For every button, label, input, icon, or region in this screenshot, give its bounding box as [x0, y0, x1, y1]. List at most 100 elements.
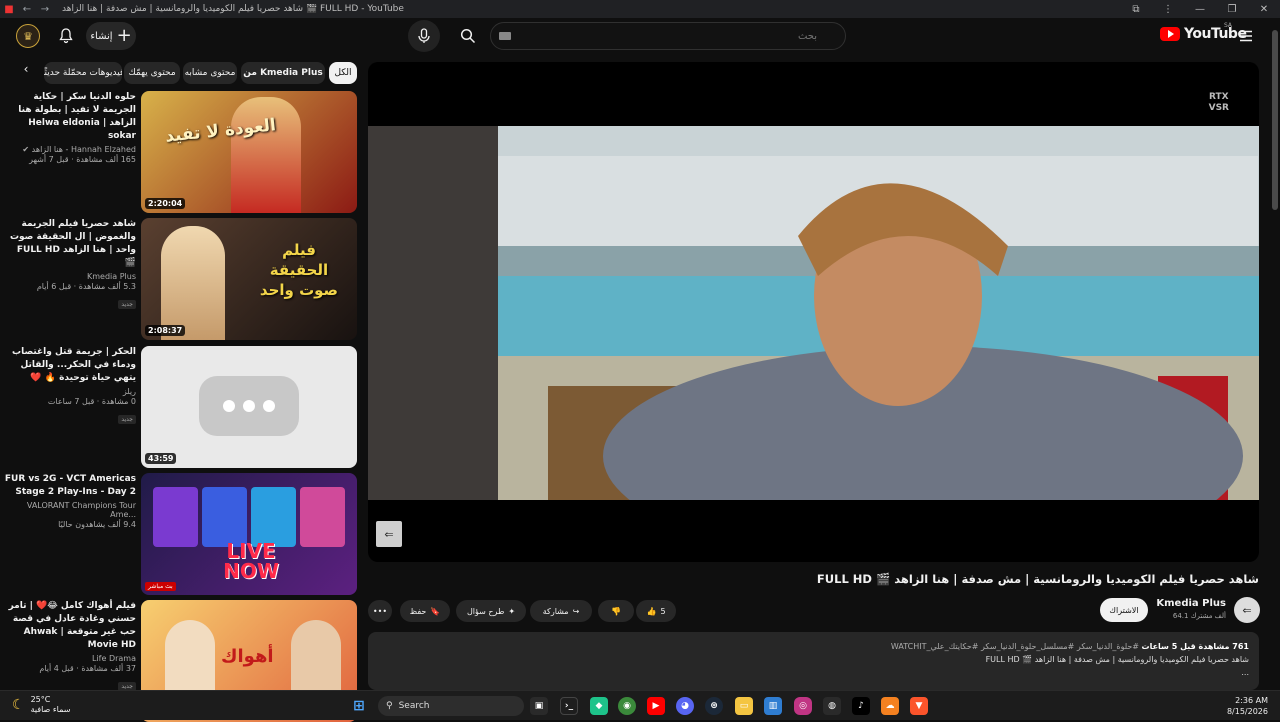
video-title[interactable]: فيلم أهواك كامل 😂❤️ | تامر حسني وغادة عا… — [4, 600, 136, 652]
description-tags[interactable]: #حلوة_الدنيا_سكر #مسلسل_حلوة_الدنيا_سكر … — [891, 642, 1139, 651]
windows-start-icon[interactable]: ⊞ — [350, 697, 368, 715]
save-label: حفظ — [409, 606, 427, 616]
app-icon[interactable]: ◆ — [590, 697, 608, 715]
chip-recent-uploads[interactable]: فيديوهات محمّلة حديثًا — [44, 62, 122, 84]
guide-menu-button[interactable] — [1230, 20, 1262, 52]
video-thumbnail[interactable]: LIVE NOW بث مباشر — [141, 473, 357, 595]
terminal-icon[interactable]: ›_ — [560, 697, 578, 715]
chip-all[interactable]: الكل — [329, 62, 357, 84]
channel-name[interactable]: Kmedia Plus — [4, 272, 136, 281]
taskbar-search[interactable]: ⚲ Search — [378, 696, 524, 716]
chip-for-you[interactable]: محتوى يهمّك — [124, 62, 180, 84]
rtx-vsr-overlay: RTX VSR — [1209, 92, 1229, 114]
ask-button[interactable]: طرح سؤال ✦ — [456, 600, 526, 622]
channel-name[interactable]: VALORANT Champions Tour Ame... — [4, 501, 136, 519]
more-icon: ••• — [372, 606, 388, 616]
channel-name[interactable]: Hannah Elzahed - هنا الزاهد ✔ — [4, 145, 136, 154]
chip-label: محتوى مشابه — [184, 68, 236, 78]
channel-name[interactable]: ريلز — [4, 387, 136, 396]
search-icon — [460, 28, 476, 44]
page-scrollbar[interactable] — [1270, 18, 1280, 688]
chip-related[interactable]: محتوى مشابه — [183, 62, 237, 84]
bookmark-icon: 🔖 — [430, 606, 441, 616]
chips-scroll-left-button[interactable]: ‹ — [14, 57, 38, 81]
brave-icon[interactable]: ▼ — [910, 697, 928, 715]
video-title[interactable]: الحكر | جريمة قتل واغتصاب ودماء في الحكر… — [4, 346, 136, 385]
video-frame-image — [368, 126, 1259, 500]
system-clock[interactable]: 2:36 AM 8/15/2026 — [1227, 695, 1268, 717]
search-box[interactable] — [490, 22, 846, 50]
file-explorer-icon[interactable]: ▭ — [735, 697, 753, 715]
vsr-label: VSR — [1208, 103, 1229, 113]
channel-name[interactable]: Life Drama — [4, 654, 136, 663]
save-button[interactable]: حفظ 🔖 — [400, 600, 450, 622]
task-view-icon[interactable]: ▣ — [530, 697, 548, 715]
video-title[interactable]: شاهد حصريا فيلم الجريمة والغموض | ال الح… — [4, 218, 136, 270]
microphone-icon — [418, 28, 430, 43]
more-actions-button[interactable]: ••• — [368, 600, 392, 622]
channel-row: ⇐ Kmedia Plus 64.1 ألف مشترك الاشتراك — [1090, 596, 1260, 624]
cloudflare-icon[interactable]: ☁ — [881, 697, 899, 715]
video-thumbnail[interactable]: 43:59 — [141, 346, 357, 468]
dislike-button[interactable]: 👎 — [598, 600, 634, 622]
description-line: شاهد حصريا فيلم الكوميديا والرومانسية | … — [985, 655, 1249, 664]
subscribe-button[interactable]: الاشتراك — [1100, 598, 1148, 622]
video-stats: 37 ألف مشاهدة · قبل 4 أيام — [39, 664, 136, 673]
video-stats: 0 مشاهدة · قبل 7 ساعات — [47, 397, 136, 406]
thumbs-up-icon: 👍 — [646, 606, 657, 616]
app-icon[interactable]: ▥ — [764, 697, 782, 715]
channel-watermark-icon[interactable]: ⇐ — [376, 521, 402, 547]
voice-search-button[interactable] — [408, 20, 440, 52]
search-input[interactable] — [497, 23, 817, 49]
like-button[interactable]: 👍 5 — [636, 600, 676, 622]
channel-avatar[interactable]: ⇐ — [1234, 597, 1260, 623]
search-button[interactable] — [452, 20, 484, 52]
more-actions-icon[interactable] — [126, 91, 140, 105]
close-icon[interactable]: ✕ — [1248, 4, 1280, 15]
steam-icon[interactable]: ⊛ — [705, 697, 723, 715]
channel-name[interactable]: Kmedia Plus — [1156, 598, 1226, 609]
notifications-button[interactable] — [50, 20, 82, 52]
thumbs-down-icon: 👎 — [611, 606, 621, 616]
scrollbar-thumb[interactable] — [1272, 30, 1278, 210]
tab-title[interactable]: شاهد حصريا فيلم الكوميديا والرومانسية | … — [62, 4, 404, 14]
video-title[interactable]: حلوه الدنيا سكر | حكاية الجريمة لا تفيد … — [4, 91, 136, 143]
back-icon[interactable]: ← — [18, 4, 36, 15]
weather-widget[interactable]: ☾ 25°C سماء صافية — [12, 695, 70, 715]
windows-taskbar: ☾ 25°C سماء صافية ⊞ ⚲ Search ▣ ›_ ◆ ◉ ▶ … — [0, 690, 1280, 720]
extensions-icon[interactable]: ⧉ — [1120, 4, 1152, 15]
account-avatar[interactable]: ♛ — [12, 20, 44, 52]
maximize-icon[interactable]: ❐ — [1216, 4, 1248, 15]
thumbnail-text: فيلم الحقيقة صوت واحد — [259, 241, 339, 299]
create-button[interactable]: إنشاء + — [86, 22, 136, 50]
search-icon: ⚲ — [386, 701, 393, 711]
create-label: إنشاء — [90, 30, 113, 42]
minimize-icon[interactable]: — — [1184, 4, 1216, 15]
keyboard-icon[interactable] — [499, 32, 511, 40]
chip-from-channel[interactable]: من Kmedia Plus — [241, 62, 325, 84]
video-title[interactable]: FUR vs 2G - VCT Americas Stage 2 Play-In… — [4, 473, 136, 499]
video-thumbnail[interactable]: العودة لا تفيد 2:20:04 — [141, 91, 357, 213]
browser-app-icon: ■ — [4, 3, 14, 15]
chip-label: فيديوهات محمّلة حديثًا — [44, 68, 122, 78]
live-badge: بث مباشر — [145, 582, 176, 591]
video-stats: 5.3 ألف مشاهدة · قبل 6 أيام — [36, 282, 136, 291]
video-description[interactable]: 761 مشاهدة قبل 5 ساعات #حلوة_الدنيا_سكر … — [368, 632, 1259, 690]
hamburger-icon — [1240, 30, 1252, 42]
youtube-icon[interactable]: ▶ — [647, 697, 665, 715]
tiktok-icon[interactable]: ♪ — [852, 697, 870, 715]
share-button[interactable]: مشاركة ↪ — [530, 600, 592, 622]
discord-icon[interactable]: ◕ — [676, 697, 694, 715]
forward-icon[interactable]: → — [36, 4, 54, 15]
video-player[interactable]: RTX VSR ⇐ — [368, 62, 1259, 562]
ask-label: طرح سؤال — [466, 606, 505, 616]
video-thumbnail[interactable]: فيلم الحقيقة صوت واحد 2:08:37 — [141, 218, 357, 340]
browser-menu-icon[interactable]: ⋮ — [1152, 4, 1184, 15]
new-badge: جديد — [118, 300, 136, 309]
placeholder-thumbnail-icon — [199, 376, 299, 436]
weather-condition: سماء صافية — [30, 705, 71, 714]
chrome-icon[interactable]: ◉ — [618, 697, 636, 715]
video-frame[interactable] — [368, 126, 1259, 500]
instagram-icon[interactable]: ◎ — [794, 697, 812, 715]
app-icon[interactable]: ◍ — [823, 697, 841, 715]
